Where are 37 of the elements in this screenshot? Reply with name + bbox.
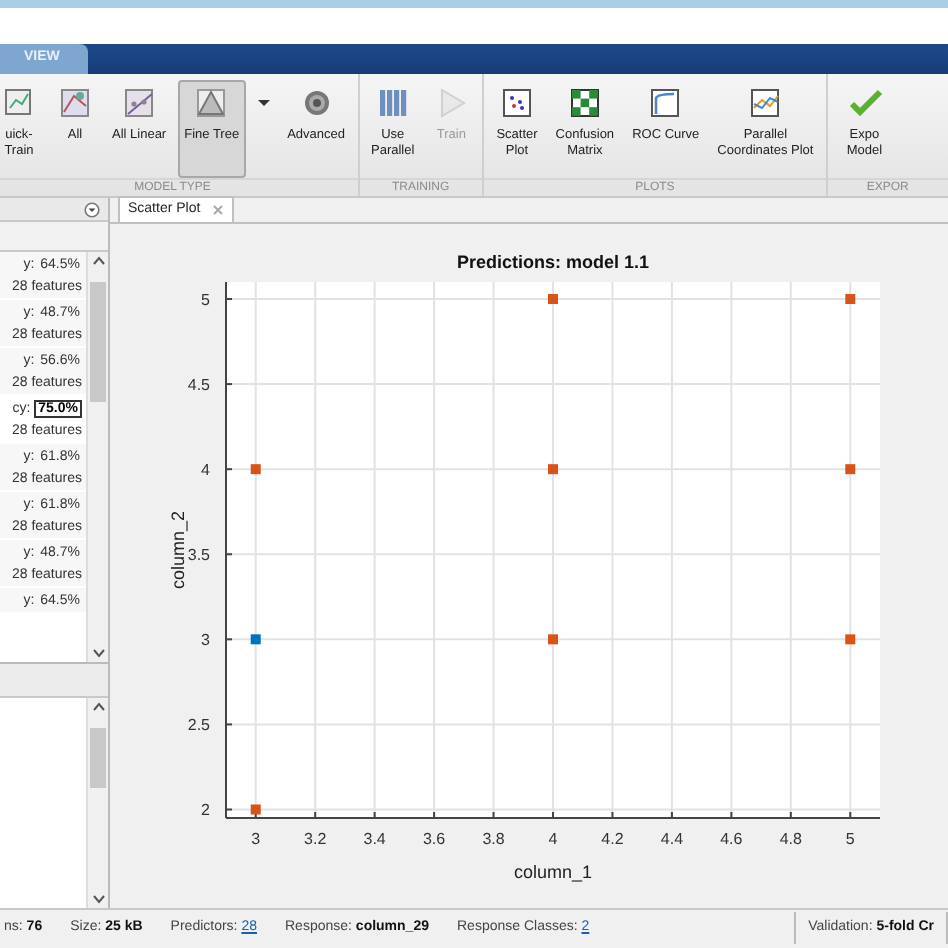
- y-tick-label: 5: [201, 291, 210, 309]
- lines-chart-icon: [746, 84, 785, 122]
- x-tick-label: 4.2: [601, 830, 624, 848]
- y-tick-label: 4.5: [187, 376, 210, 395]
- x-tick-label: 3.2: [304, 830, 327, 848]
- grid-icon: [565, 84, 604, 122]
- x-tick-label: 4: [548, 830, 558, 848]
- scroll-down-icon[interactable]: [91, 894, 105, 904]
- x-axis-title: column_1: [513, 862, 593, 882]
- x-tick-label: 3.4: [363, 830, 386, 848]
- y-axis-title: column_2: [168, 510, 188, 590]
- x-tick-label: 3.6: [422, 830, 446, 848]
- scroll-up-icon[interactable]: [91, 256, 105, 266]
- caret-icon: [257, 100, 270, 106]
- x-tick-label: 5: [845, 830, 855, 848]
- scrollbar-thumb[interactable]: [90, 728, 106, 788]
- scroll-up-icon[interactable]: [91, 702, 105, 712]
- scroll-down-icon[interactable]: [91, 648, 105, 658]
- check-icon: [845, 84, 884, 122]
- x-tick-label: 4.4: [660, 830, 684, 848]
- y-tick-label: 4: [201, 461, 210, 480]
- y-tick-label: 3: [201, 631, 210, 650]
- line-chart-icon: [120, 84, 159, 122]
- curve-icon: [646, 84, 685, 122]
- dropdown-icon[interactable]: [84, 201, 100, 217]
- scatter-icon: [497, 84, 536, 122]
- x-tick-label: 4.6: [720, 830, 743, 848]
- scrollbar-thumb[interactable]: [90, 282, 106, 402]
- chart-title: Predictions: model 1.1: [456, 252, 650, 272]
- y-tick-label: 2: [201, 801, 210, 820]
- y-tick-label: 2.5: [187, 716, 210, 735]
- x-tick-label: 3.8: [482, 830, 505, 848]
- y-tick-label: 3.5: [187, 546, 210, 565]
- x-tick-label: 4.8: [779, 830, 802, 848]
- x-tick-label: 3: [251, 830, 261, 848]
- chart-icon: [56, 84, 94, 122]
- tree-icon: [192, 84, 231, 122]
